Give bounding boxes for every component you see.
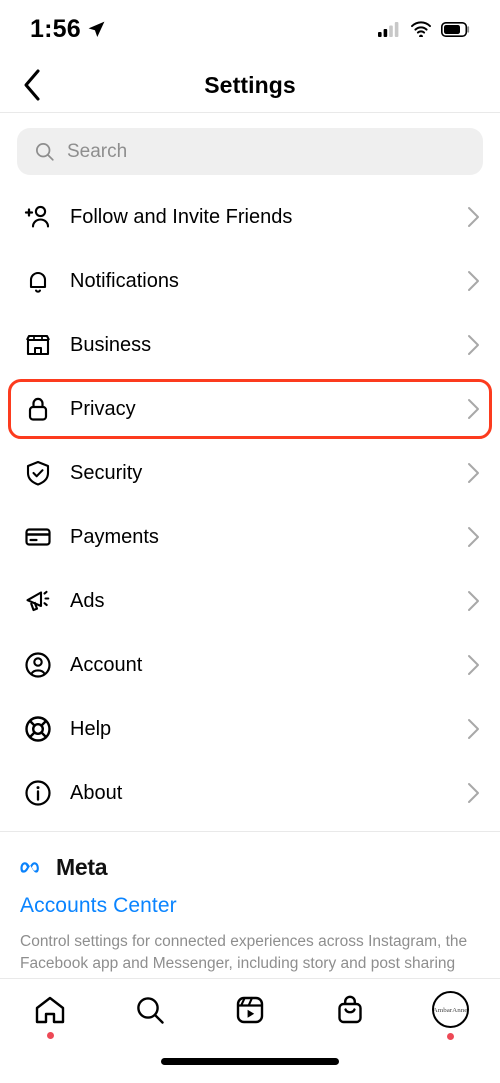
settings-row-about[interactable]: About xyxy=(0,761,500,825)
bell-icon xyxy=(21,266,55,296)
settings-row-notifications[interactable]: Notifications xyxy=(0,249,500,313)
page-title: Settings xyxy=(204,71,296,98)
meta-brand: Meta xyxy=(20,854,480,881)
chevron-right-icon xyxy=(467,782,480,804)
tab-shop[interactable] xyxy=(300,979,400,1052)
location-arrow-icon xyxy=(88,21,105,37)
chevron-right-icon xyxy=(467,718,480,740)
accounts-center-description: Control settings for connected experienc… xyxy=(20,933,468,972)
settings-row-label: Privacy xyxy=(70,397,136,420)
search-icon xyxy=(36,143,54,161)
tab-reels[interactable] xyxy=(200,979,300,1052)
bottom-tab-bar: AmbarAnne xyxy=(0,978,500,1052)
status-bar: 1:56 xyxy=(0,0,500,58)
instagram-settings-screen: 1:56 Settings Search Follow and Invite F… xyxy=(0,0,500,1083)
user-circle-icon xyxy=(21,650,55,680)
search-icon xyxy=(137,996,164,1024)
cellular-signal-icon xyxy=(378,22,399,37)
settings-row-label: Account xyxy=(70,653,143,676)
tab-profile[interactable]: AmbarAnne xyxy=(400,979,500,1052)
credit-card-icon xyxy=(21,522,55,552)
back-button[interactable] xyxy=(10,63,54,107)
chevron-right-icon xyxy=(467,590,480,612)
tab-home[interactable] xyxy=(0,979,100,1052)
reels-icon xyxy=(236,996,264,1023)
shopping-bag-icon xyxy=(338,995,362,1023)
accounts-center-link[interactable]: Accounts Center xyxy=(20,894,480,918)
settings-row-label: Follow and Invite Friends xyxy=(70,205,293,228)
chevron-right-icon xyxy=(467,334,480,356)
tab-search[interactable] xyxy=(100,979,200,1052)
status-bar-time: 1:56 xyxy=(30,14,81,43)
meta-infinity-icon xyxy=(20,861,39,873)
home-icon xyxy=(35,996,65,1023)
chevron-right-icon xyxy=(467,270,480,292)
navigation-header: Settings xyxy=(0,58,500,113)
settings-row-ads[interactable]: Ads xyxy=(0,569,500,633)
status-bar-left: 1:56 xyxy=(30,15,106,44)
profile-avatar-icon: AmbarAnne xyxy=(431,991,469,1028)
settings-row-payments[interactable]: Payments xyxy=(0,505,500,569)
search-container: Search xyxy=(0,113,500,181)
settings-row-privacy[interactable]: Privacy xyxy=(0,377,500,441)
profile-badge-dot xyxy=(446,1033,454,1040)
search-placeholder: Search xyxy=(67,140,128,162)
shield-check-icon xyxy=(21,458,55,488)
settings-row-label: About xyxy=(70,781,123,804)
settings-row-label: Security xyxy=(70,461,143,484)
chevron-right-icon xyxy=(467,398,480,420)
settings-row-label: Payments xyxy=(70,525,159,548)
wifi-icon xyxy=(411,21,431,37)
chevron-right-icon xyxy=(467,462,480,484)
settings-row-label: Help xyxy=(70,717,112,740)
settings-row-label: Ads xyxy=(70,589,105,612)
settings-row-security[interactable]: Security xyxy=(0,441,500,505)
chevron-right-icon xyxy=(467,654,480,676)
avatar-label: AmbarAnne xyxy=(432,1005,468,1014)
home-indicator xyxy=(0,1052,500,1083)
meta-brand-label: Meta xyxy=(56,854,108,880)
storefront-icon xyxy=(21,330,55,360)
info-circle-icon xyxy=(21,778,55,808)
person-add-icon xyxy=(21,202,55,232)
battery-icon xyxy=(441,21,470,37)
megaphone-icon xyxy=(21,586,55,616)
home-indicator-bar[interactable] xyxy=(161,1058,339,1065)
settings-row-label: Notifications xyxy=(70,269,179,292)
settings-row-label: Business xyxy=(70,333,152,356)
settings-row-account[interactable]: Account xyxy=(0,633,500,697)
home-badge-dot xyxy=(46,1031,54,1039)
settings-list: Follow and Invite Friends Notifications xyxy=(0,181,500,825)
chevron-right-icon xyxy=(467,206,480,228)
lifebuoy-icon xyxy=(21,714,55,744)
settings-row-follow-and-invite-friends[interactable]: Follow and Invite Friends xyxy=(0,185,500,249)
chevron-right-icon xyxy=(467,526,480,548)
settings-row-business[interactable]: Business xyxy=(0,313,500,377)
search-input[interactable]: Search xyxy=(17,128,483,175)
settings-row-help[interactable]: Help xyxy=(0,697,500,761)
meta-accounts-center-section: Meta Accounts Center Control settings fo… xyxy=(0,832,500,975)
lock-icon xyxy=(21,394,55,424)
chevron-left-icon xyxy=(24,69,40,101)
settings-scroll-area[interactable]: Search Follow and Invite Friends Notific… xyxy=(0,113,500,978)
status-bar-right xyxy=(378,21,470,37)
